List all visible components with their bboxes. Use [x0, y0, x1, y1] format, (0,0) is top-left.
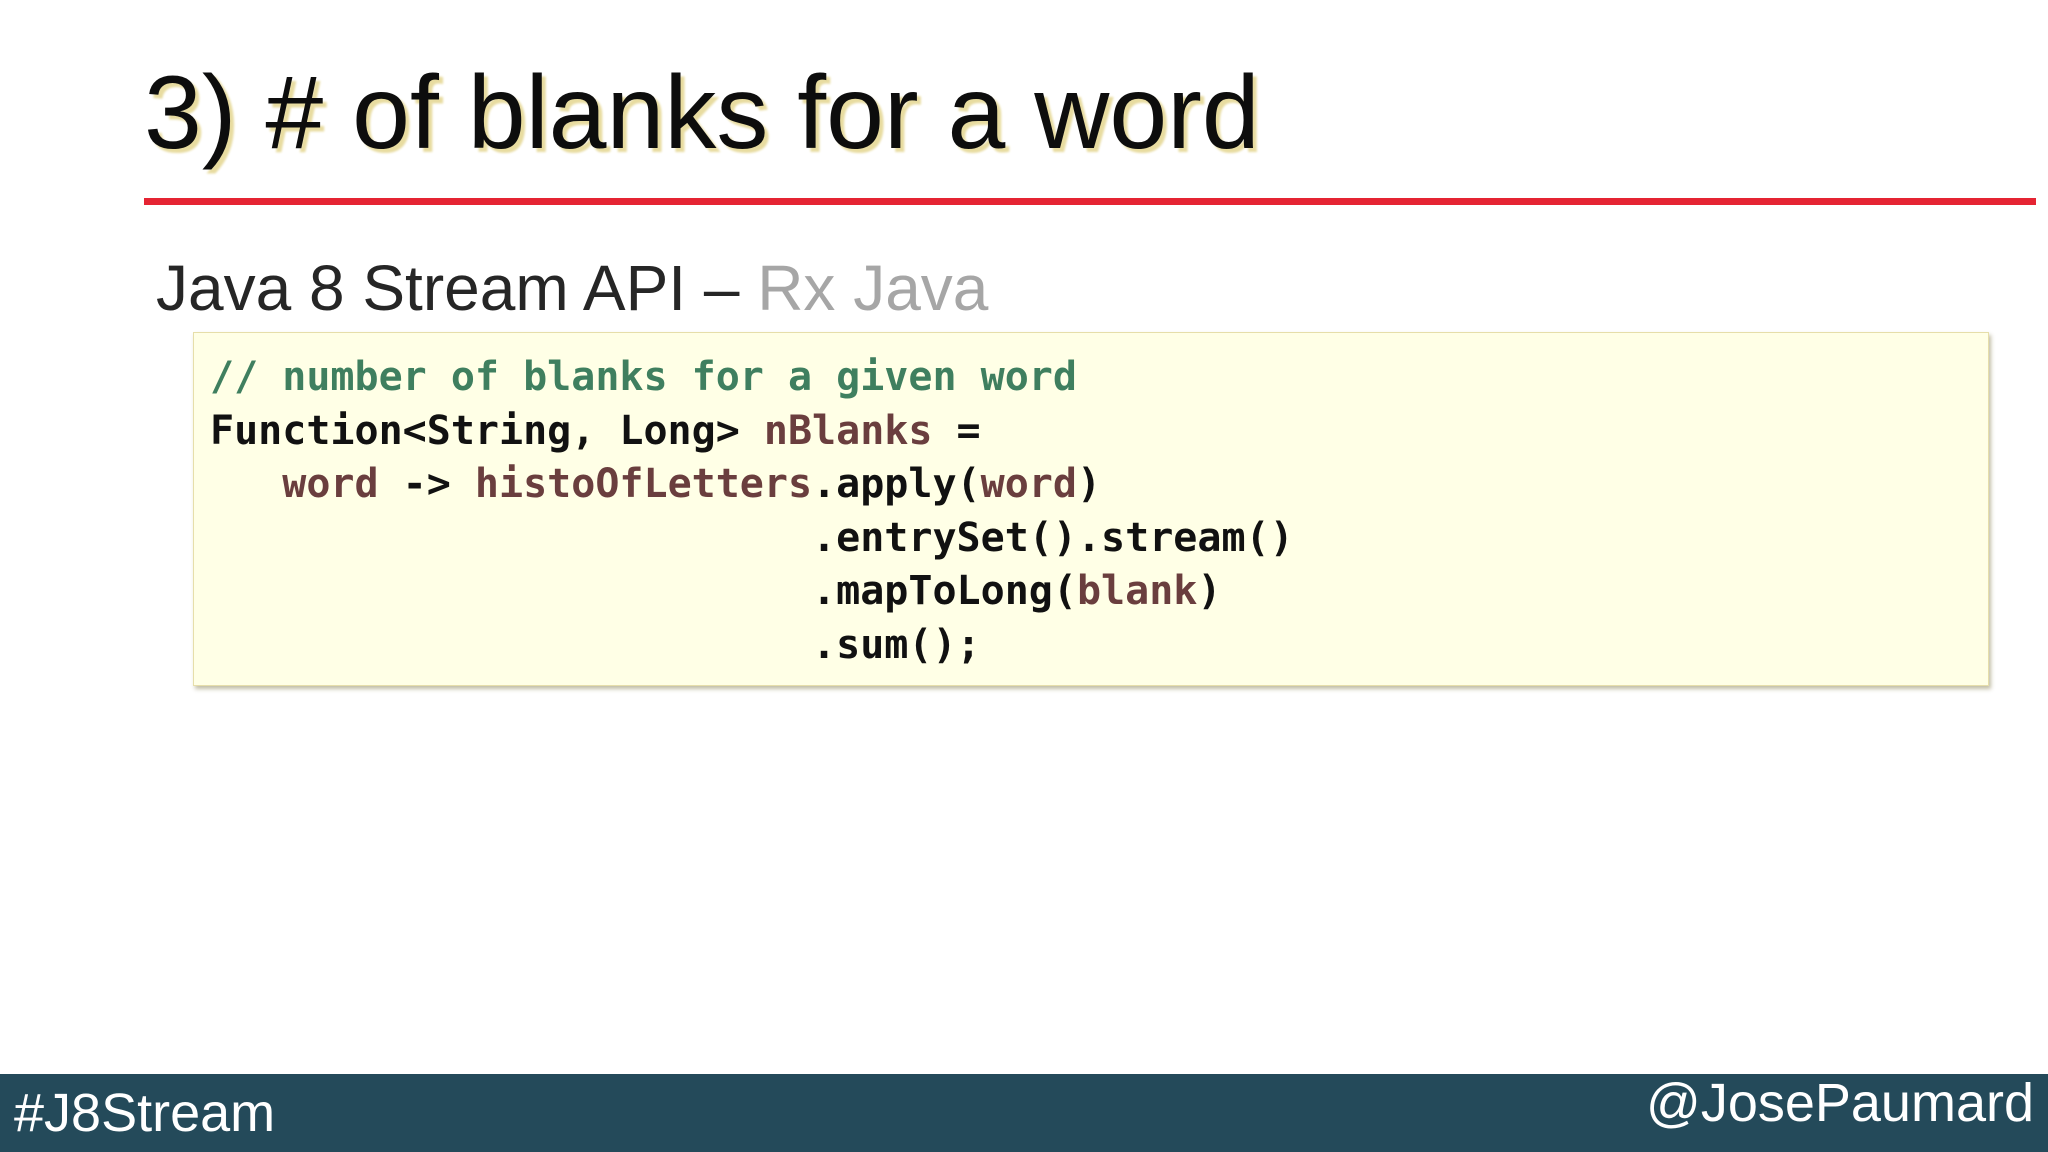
footer-hashtag: #J8Stream [14, 1083, 276, 1143]
code-line: word -> histoOfLetters.apply(word) [210, 458, 1988, 512]
footer-handle: @JosePaumard [1646, 1073, 2034, 1133]
code-token-plain: .apply( [812, 461, 981, 508]
slide: 3) # of blanks for a word Java 8 Stream … [0, 0, 2048, 1152]
code-token-ident: nBlanks [763, 407, 933, 454]
code-token-plain: .sum(); [210, 621, 981, 668]
code-token-plain: .entrySet().stream() [210, 514, 1294, 561]
code-token-plain: = [932, 407, 981, 454]
code-token-ident: blank [1076, 568, 1198, 615]
code-token-plain: Function<String, Long> [210, 407, 764, 454]
subtitle-primary: Java 8 Stream API – [156, 252, 758, 324]
code-token-ident: word [980, 461, 1077, 508]
slide-subtitle: Java 8 Stream API – Rx Java [156, 246, 988, 330]
code-listing: // number of blanks for a given word Func… [210, 351, 1988, 673]
code-token-ident: word [282, 461, 379, 508]
code-line: .sum(); [210, 619, 1988, 673]
code-token-plain: ) [1197, 568, 1222, 615]
code-line: .mapToLong(blank) [210, 565, 1988, 619]
code-line: .entrySet().stream() [210, 512, 1988, 566]
code-line: Function<String, Long> nBlanks = [210, 405, 1988, 459]
code-token-plain: .mapToLong( [210, 568, 1077, 615]
code-token-comment: // number of blanks for a given word [210, 354, 1077, 400]
code-token-plain: ) [1076, 461, 1102, 508]
code-token-ident: histoOfLetters [474, 461, 813, 508]
slide-title: 3) # of blanks for a word [144, 55, 1260, 171]
subtitle-secondary: Rx Java [757, 252, 989, 324]
code-token-plain: -> [378, 461, 475, 508]
code-block: // number of blanks for a given word Func… [193, 332, 1989, 686]
code-line: // number of blanks for a given word [210, 351, 1988, 405]
footer-bar: #J8Stream @JosePaumard [0, 1073, 2048, 1152]
title-underline [144, 198, 2036, 205]
